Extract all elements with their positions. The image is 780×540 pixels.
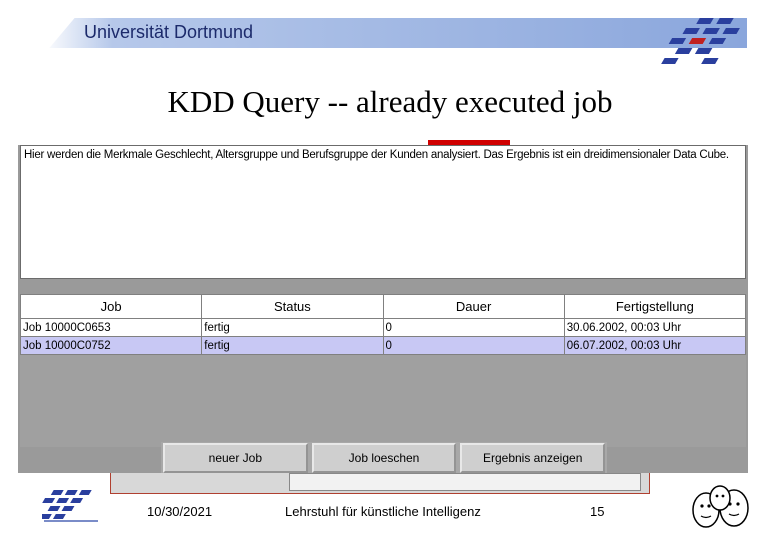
- cell-duration[interactable]: 0: [382, 336, 565, 355]
- cell-status[interactable]: fertig: [201, 318, 384, 337]
- column-header-status[interactable]: Status: [201, 294, 384, 319]
- delete-job-button[interactable]: Job loeschen: [311, 443, 457, 473]
- cell-completion[interactable]: 06.07.2002, 00:03 Uhr: [563, 336, 747, 355]
- cell-job[interactable]: Job 10000C0752: [19, 336, 203, 355]
- button-bar: neuer Job Job loeschen Ergebnis anzeigen: [161, 442, 607, 474]
- footer-date: 10/30/2021: [147, 504, 213, 519]
- description-box: Hier werden die Merkmale Geschlecht, Alt…: [20, 145, 746, 279]
- jobs-table: Job Status Dauer Fertigstellung Job 1000…: [19, 294, 747, 355]
- jobs-table-area: Job Status Dauer Fertigstellung Job 1000…: [19, 294, 747, 447]
- kdd-app-window: Hier werden die Merkmale Geschlecht, Alt…: [18, 145, 748, 474]
- background-window-table: [289, 473, 641, 491]
- new-job-button[interactable]: neuer Job: [163, 443, 308, 473]
- slide-title: KDD Query -- already executed job: [167, 84, 613, 119]
- column-header-job[interactable]: Job: [19, 294, 203, 319]
- university-name: Universität Dortmund: [84, 22, 254, 42]
- cell-duration[interactable]: 0: [382, 318, 565, 337]
- cell-status[interactable]: fertig: [201, 336, 384, 355]
- column-header-duration[interactable]: Dauer: [382, 294, 565, 319]
- column-header-completion[interactable]: Fertigstellung: [563, 294, 747, 319]
- cell-completion[interactable]: 30.06.2002, 00:03 Uhr: [563, 318, 747, 337]
- cell-job[interactable]: Job 10000C0653: [19, 318, 203, 337]
- page-number: 15: [590, 504, 605, 519]
- mascot-icon: [692, 485, 749, 528]
- table-row[interactable]: Job 10000C0752 fertig 0 06.07.2002, 00:0…: [19, 336, 747, 355]
- university-logo-icon: [42, 490, 98, 522]
- description-text: Hier werden die Merkmale Geschlecht, Alt…: [24, 149, 729, 161]
- table-row[interactable]: Job 10000C0653 fertig 0 30.06.2002, 00:0…: [19, 318, 747, 337]
- background-window-edge: [110, 473, 650, 494]
- footer-chair: Lehrstuhl für künstliche Intelligenz: [285, 504, 481, 519]
- university-logo-icon: [661, 18, 740, 64]
- show-result-button[interactable]: Ergebnis anzeigen: [460, 443, 606, 473]
